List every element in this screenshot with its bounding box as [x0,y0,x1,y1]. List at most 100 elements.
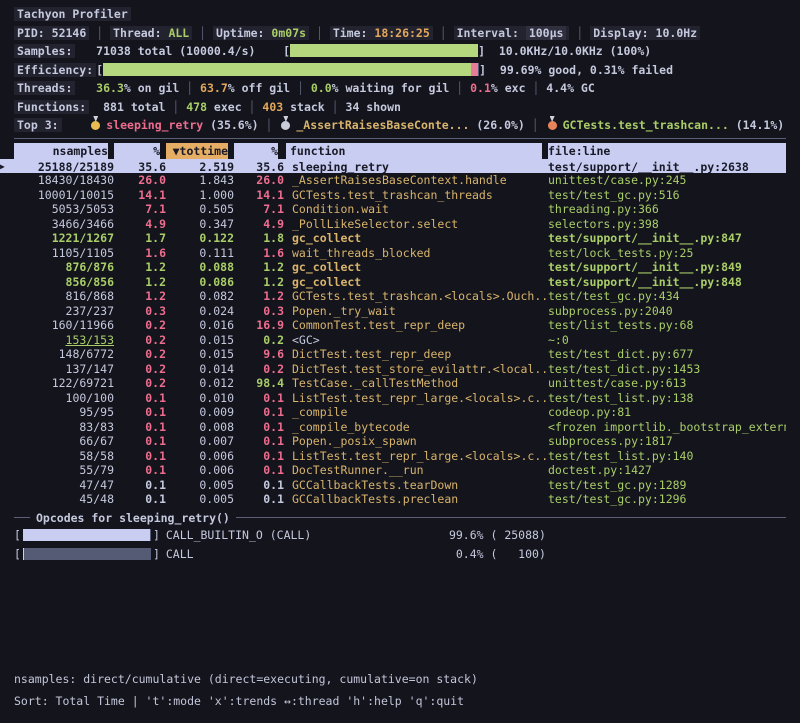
tachyon-profiler-screen: Tachyon Profiler PID: 52146 │ Thread: AL… [0,0,800,723]
cell-function: gc_collect [292,260,548,275]
cell-file-line: test/test_gc.py:1296 [548,492,786,507]
table-row[interactable]: 153/1530.20.0150.2<GC>~:0 [0,333,786,348]
interval-label: Interval: 100µs [454,26,570,40]
table-row[interactable]: 876/8761.20.0881.2gc_collecttest/support… [0,260,786,275]
cell-nsamples: 160/11966 [14,318,114,333]
cell-pct-self: 1.2 [114,260,166,275]
function-stat: 881 total [103,100,165,114]
function-stat: 478 exec [186,100,241,114]
column-header-file-line[interactable]: file:line [548,143,786,159]
cell-pct-self: 0.1 [114,434,166,449]
cell-pct-cumulative: 98.4 [234,376,284,391]
opcodes-rule-left [14,517,30,518]
selected-row-cursor: ▶ [0,160,14,174]
medal-gold-icon [91,121,100,130]
samples-rate-bar [290,44,478,57]
cell-file-line: test/test_gc.py:434 [548,289,786,304]
top3-function-name: GCTests.test_trashcan... [563,118,729,132]
column-header-pct-cumulative[interactable]: % [234,143,278,159]
column-header-nsamples[interactable]: nsamples [14,143,108,159]
cell-pct-self: 0.1 [114,405,166,420]
cell-pct-cumulative: 14.1 [234,188,284,203]
row-gutter [0,246,14,261]
row-gutter [0,463,14,478]
row-gutter [0,202,14,217]
table-row[interactable]: 45/480.10.0050.1GCCallbackTests.preclean… [0,492,786,507]
cell-pct-self: 0.1 [114,492,166,507]
row-gutter [0,231,14,246]
status-block: Tachyon Profiler PID: 52146 │ Thread: AL… [0,0,800,135]
cell-pct-self: 7.1 [114,202,166,217]
column-header-tottime-sorted[interactable]: ▼tottime [166,143,228,159]
row-gutter [0,449,14,464]
cell-tottime: 0.006 [166,463,234,478]
cell-function: GCTests.test_trashcan_threads [292,188,548,203]
table-row[interactable]: 237/2370.30.0240.3Popen._try_waitsubproc… [0,304,786,319]
column-header-function[interactable]: function [286,143,542,159]
table-row[interactable]: 1221/12671.70.1221.8gc_collecttest/suppo… [0,231,786,246]
cell-tottime: 0.015 [166,347,234,362]
cell-tottime: 1.000 [166,188,234,203]
app-title: Tachyon Profiler [14,7,131,21]
cell-file-line: doctest.py:1427 [548,463,786,478]
table-header-row: nsamples % ▼tottime % function file:line [0,143,786,159]
cell-file-line: unittest/case.py:245 [548,173,786,188]
efficiency-line: Efficiency:[] 99.69% good, 0.31% failed [14,61,800,80]
table-row[interactable]: 18430/1843026.01.84326.0_AssertRaisesBas… [0,173,786,188]
cell-file-line: test/support/__init__.py:849 [548,260,786,275]
cell-pct-cumulative: 35.6 [234,160,284,174]
efficiency-bar-close-bracket: ] [479,63,486,77]
cell-file-line: selectors.py:398 [548,217,786,232]
cell-nsamples: 856/856 [14,275,114,290]
samples-rate: 10.0KHz/10.0KHz (100%) [499,44,651,58]
top3-label: Top 3: [14,118,62,132]
table-row[interactable]: 100/1000.10.0100.1ListTest.test_repr_lar… [0,391,786,406]
table-row[interactable]: 10001/1001514.11.00014.1GCTests.test_tra… [0,188,786,203]
cell-pct-self: 26.0 [114,173,166,188]
table-row[interactable]: 137/1470.20.0140.2DictTest.test_store_ev… [0,362,786,377]
cell-tottime: 0.088 [166,260,234,275]
footer-help: nsamples: direct/cumulative (direct=exec… [14,668,478,712]
table-row[interactable]: 148/67720.20.0159.6DictTest.test_repr_de… [0,347,786,362]
cell-nsamples: 95/95 [14,405,114,420]
cell-pct-self: 1.2 [114,275,166,290]
cell-tottime: 0.014 [166,362,234,377]
table-row[interactable]: 5053/50537.10.5057.1Condition.waitthread… [0,202,786,217]
cell-tottime: 0.016 [166,318,234,333]
cell-tottime: 0.007 [166,434,234,449]
cell-pct-cumulative: 1.2 [234,260,284,275]
cell-file-line: test/test_gc.py:516 [548,188,786,203]
cell-pct-self: 0.1 [114,478,166,493]
cell-pct-self: 1.7 [114,231,166,246]
opcode-name: CALL [166,545,396,564]
samples-label: Samples: [14,44,75,58]
table-row[interactable]: 58/580.10.0060.1ListTest.test_repr_large… [0,449,786,464]
table-row[interactable]: ▶25188/2518935.62.51935.6sleeping_retryt… [0,159,786,174]
cell-function: DictTest.test_repr_deep [292,347,548,362]
column-header-pct-self[interactable]: % [114,143,160,159]
row-gutter [0,318,14,333]
table-row[interactable]: 47/470.10.0050.1GCCallbackTests.tearDown… [0,478,786,493]
medal-silver-icon [281,121,290,130]
table-row[interactable]: 856/8561.20.0861.2gc_collecttest/support… [0,275,786,290]
cell-nsamples: 5053/5053 [14,202,114,217]
table-row[interactable]: 160/119660.20.01616.9CommonTest.test_rep… [0,318,786,333]
cell-pct-self: 35.6 [114,160,166,174]
table-row[interactable]: 816/8681.20.0821.2GCTests.test_trashcan.… [0,289,786,304]
table-row[interactable]: 3466/34664.90.3474.9_PollLikeSelector.se… [0,217,786,232]
cell-file-line: unittest/case.py:613 [548,376,786,391]
cell-tottime: 0.024 [166,304,234,319]
section-divider [14,138,786,139]
medal-bronze-icon [548,121,557,130]
table-row[interactable]: 95/950.10.0090.1_compilecodeop.py:81 [0,405,786,420]
table-row[interactable]: 122/697210.20.01298.4TestCase._callTestM… [0,376,786,391]
table-row[interactable]: 66/670.10.0070.1Popen._posix_spawnsubpro… [0,434,786,449]
cell-tottime: 0.005 [166,478,234,493]
table-row[interactable]: 1105/11051.60.1111.6wait_threads_blocked… [0,246,786,261]
cell-pct-self: 0.2 [114,376,166,391]
functions-line: Functions: 881 total │ 478 exec │ 403 st… [14,98,800,117]
table-row[interactable]: 83/830.10.0080.1_compile_bytecode<frozen… [0,420,786,435]
table-row[interactable]: 55/790.10.0060.1DocTestRunner.__rundocte… [0,463,786,478]
cell-tottime: 0.008 [166,420,234,435]
top3-function-name: _AssertRaisesBaseConte... [296,118,469,132]
